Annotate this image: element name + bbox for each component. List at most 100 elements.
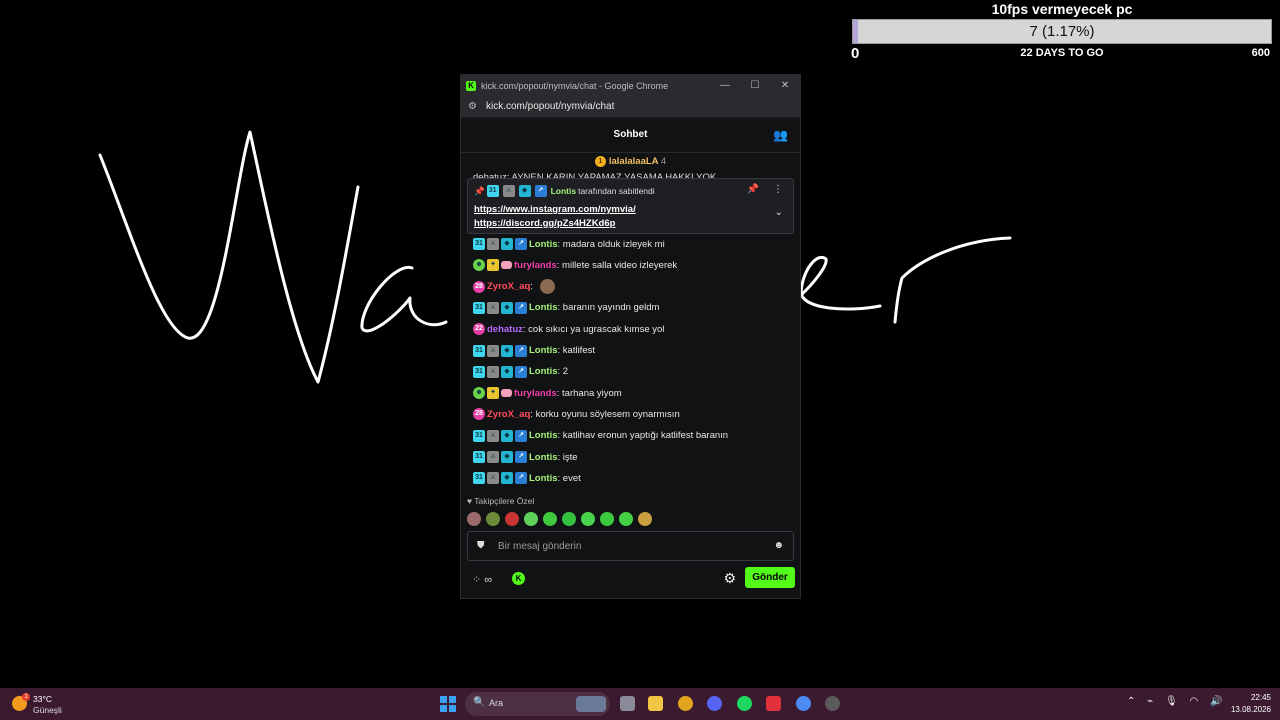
emote-icon[interactable] — [581, 512, 595, 526]
chat-text: baranın yayındn geldm — [562, 302, 660, 314]
spotify-icon[interactable] — [737, 696, 752, 711]
volume-icon[interactable]: 🔊 — [1210, 696, 1222, 707]
send-button[interactable]: Gönder — [745, 567, 795, 588]
site-settings-icon[interactable]: ⚙ — [468, 101, 480, 112]
chat-text: evet — [562, 472, 581, 484]
start-button[interactable] — [440, 696, 456, 712]
emote-section-label: ♥ Takipçilere Özel — [467, 496, 535, 506]
emote-icon[interactable] — [505, 512, 519, 526]
subscriber-badge-icon: 31 — [473, 429, 485, 442]
chat-message: 31 ⚔ ◆ ↗ Lontis: katlifest — [473, 343, 595, 359]
vip-badge-icon: ◆ — [501, 344, 513, 357]
chevron-up-icon[interactable]: ⌃ — [1127, 696, 1135, 707]
more-options-icon[interactable]: ⋮ — [773, 184, 783, 195]
unpin-icon[interactable]: 📌 — [747, 184, 759, 195]
microphone-icon[interactable]: 🎙 — [1165, 696, 1178, 707]
gifter-badge-icon: ✦ — [487, 259, 499, 272]
chat-message: 28 ZyroX_aq: — [473, 279, 555, 295]
vip-badge-icon: ◆ — [501, 472, 513, 485]
chat-text: korku oyunu söylesem oynarmısın — [535, 408, 680, 420]
wifi-icon[interactable]: ◠ — [1189, 696, 1198, 707]
chat-message: 31 ⚔ ◆ ↗ Lontis: katlihav eronun yaptığı kat… — [473, 428, 728, 444]
network-icon[interactable]: ⌁ — [1147, 696, 1153, 707]
users-icon[interactable]: 👥 — [773, 128, 788, 142]
task-view-icon[interactable] — [620, 696, 635, 711]
discord-icon[interactable] — [707, 696, 722, 711]
file-explorer-icon[interactable] — [648, 696, 663, 711]
chat-username[interactable]: Lontis — [529, 239, 558, 250]
chat-username[interactable]: dehatuz — [487, 324, 523, 335]
subscriber-badge-icon: 31 — [486, 185, 499, 197]
clock[interactable]: 22:45 13.08.2026 — [1231, 692, 1271, 716]
emote-icon[interactable] — [543, 512, 557, 526]
chat-header: Sohbet 👥 — [461, 118, 800, 153]
chat-username[interactable]: Lontis — [529, 366, 558, 377]
chat-username[interactable]: Lontis — [529, 430, 558, 441]
chrome-active-icon[interactable] — [796, 696, 811, 711]
pinned-header: 📌 31 ⚔ ◆ ↗ Lontis tarafından sabitlendi — [474, 185, 655, 197]
subscriber-badge-icon: 31 — [473, 344, 485, 357]
moderator-badge-icon: ⚔ — [487, 429, 499, 442]
obs-icon[interactable] — [825, 696, 840, 711]
chat-points-icon[interactable]: ⁘ ∞ — [472, 573, 492, 586]
chat-username[interactable]: Lontis — [529, 302, 558, 313]
gifter-badge-icon: ↗ — [515, 301, 527, 314]
chat-username[interactable]: Lontis — [529, 473, 558, 484]
instagram-link[interactable]: https://www.instagram.com/nymvia/ — [474, 203, 636, 217]
moderator-badge-icon: ⚔ — [487, 365, 499, 378]
weather-temperature: 33°C — [33, 694, 52, 704]
vip-badge-icon: ◆ — [501, 451, 513, 463]
settings-gear-icon[interactable]: ⚙ — [723, 570, 736, 587]
top-gifter-count: 4 — [660, 156, 667, 168]
search-highlight-image — [576, 696, 606, 712]
close-icon[interactable]: ✕ — [770, 80, 800, 91]
chat-message: 31 ⚔ ◆ ↗ Lontis: evet — [473, 470, 581, 486]
top-gifter-name: lalalalaaLA — [608, 156, 659, 168]
emote-icon[interactable] — [467, 512, 481, 526]
system-tray: ⌃ ⌁ 🎙 ◠ 🔊 — [1127, 696, 1231, 707]
weather-condition: Güneşli — [33, 705, 62, 715]
chevron-down-icon[interactable]: ⌄ — [775, 207, 783, 218]
window-titlebar[interactable]: K kick.com/popout/nymvia/chat - Google C… — [461, 75, 800, 96]
pinned-message[interactable]: 📌 31 ⚔ ◆ ↗ Lontis tarafından sabitlendi … — [467, 178, 794, 234]
search-placeholder: Ara — [489, 698, 504, 708]
weather-badge: 1 — [22, 693, 30, 701]
gifter-badge-icon: ↗ — [515, 344, 527, 357]
moderator-badge-icon: ⚔ — [487, 451, 499, 463]
subscriber-badge-icon: 28 — [473, 408, 485, 421]
emote-icon[interactable] — [638, 512, 652, 526]
maximize-icon[interactable]: ☐ — [740, 80, 770, 91]
app-icon[interactable] — [766, 696, 781, 711]
subscriber-badge-icon: 31 — [473, 365, 485, 378]
emote-icon[interactable] — [619, 512, 633, 526]
chat-username[interactable]: furylands — [514, 388, 557, 399]
chat-username[interactable]: Lontis — [529, 345, 558, 356]
emote-icon[interactable] — [524, 512, 538, 526]
chat-username[interactable]: Lontis — [529, 452, 558, 463]
chat-username[interactable]: furylands — [514, 260, 557, 271]
windows-taskbar: 1 33°C Güneşli 🔍 Ara ⌃ ⌁ 🎙 ◠ 🔊 22:45 13.… — [0, 688, 1280, 720]
chat-message: 28 ZyroX_aq: korku oyunu söylesem oynarmı… — [473, 406, 680, 422]
chrome-icon[interactable] — [678, 696, 693, 711]
minimize-icon[interactable]: — — [710, 80, 740, 91]
chat-footer: ⁘ ∞ K ⚙ Gönder — [461, 567, 800, 593]
taskbar-search[interactable]: 🔍 Ara — [465, 692, 610, 716]
chat-input[interactable]: ⛊ Bir mesaj gönderin ☻ — [467, 531, 794, 561]
subscriber-badge-icon: 31 — [473, 472, 485, 485]
emote-icon[interactable] — [600, 512, 614, 526]
chat-text: katlifest — [562, 345, 595, 356]
emote-icon[interactable] — [562, 512, 576, 526]
kick-points-icon[interactable]: K — [512, 572, 525, 585]
chat-username[interactable]: ZyroX_aq — [487, 281, 530, 292]
chat-message: 31 ⚔ ◆ ↗ Lontis: madara olduk izleyek mi — [473, 236, 665, 252]
discord-link[interactable]: https://discord.gg/pZs4HZKd6p — [474, 217, 636, 231]
shield-icon[interactable]: ⛊ — [477, 540, 485, 551]
address-bar[interactable]: ⚙ kick.com/popout/nymvia/chat — [461, 96, 800, 118]
chat-text: millete salla video izleyerek — [562, 259, 678, 271]
chrome-popout-window: K kick.com/popout/nymvia/chat - Google C… — [460, 74, 801, 599]
subscriber-badge-icon: 28 — [473, 280, 485, 293]
chat-username[interactable]: ZyroX_aq — [487, 409, 530, 420]
emote-icon[interactable] — [486, 512, 500, 526]
emoji-icon[interactable]: ☻ — [773, 540, 784, 551]
top-gifter: 1 lalalalaaLA 4 — [461, 156, 800, 167]
